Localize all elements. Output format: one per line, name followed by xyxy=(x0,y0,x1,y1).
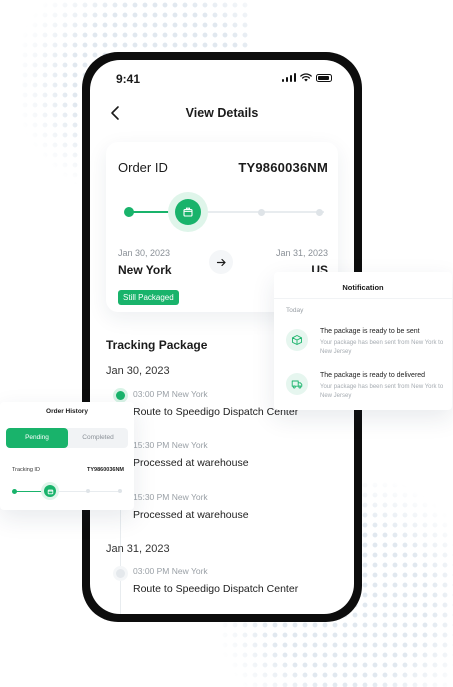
tab-pending[interactable]: Pending xyxy=(6,428,68,448)
status-icons xyxy=(281,73,332,82)
notification-title: Notification xyxy=(342,283,384,292)
page-title: View Details xyxy=(185,106,259,120)
shipment-progress xyxy=(120,192,326,232)
progress-line-remaining xyxy=(48,490,122,492)
tracking-section-title: Tracking Package xyxy=(106,338,208,352)
event-description: Processed at warehouse xyxy=(133,509,249,521)
tracking-date-heading: Jan 30, 2023 xyxy=(106,365,170,377)
progress-step-dot xyxy=(258,208,265,216)
package-icon xyxy=(47,489,53,494)
battery-icon xyxy=(316,73,332,82)
wifi-icon xyxy=(300,73,312,82)
event-time: 15:30 PM New York xyxy=(133,440,208,450)
event-time: 03:00 PM New York xyxy=(133,566,208,576)
order-history-title: Order History xyxy=(46,408,88,415)
progress-end-dot xyxy=(316,208,323,216)
nav-bar: View Details xyxy=(90,102,354,126)
tracking-id-value: TY9860036NM xyxy=(87,467,124,473)
origin-city: New York xyxy=(118,263,172,277)
notification-item-body: Your package has been sent from New York… xyxy=(320,384,444,399)
notification-item[interactable]: The package is ready to delivered Your p… xyxy=(286,371,446,411)
route-arrow-button[interactable] xyxy=(209,250,233,274)
notification-section-label: Today xyxy=(286,307,304,314)
progress-step-dot xyxy=(86,489,90,493)
arrow-right-icon xyxy=(216,258,226,266)
divider xyxy=(274,298,452,299)
event-description: Route to Speedigo Dispatch Center xyxy=(133,583,299,595)
status-time: 9:41 xyxy=(116,72,141,86)
progress-end-dot xyxy=(118,489,122,493)
event-time: 15:30 PM New York xyxy=(133,492,208,502)
timeline-dot xyxy=(116,569,125,578)
order-history-card: Order History Pending Completed Tracking… xyxy=(0,402,134,510)
event-description: Processed at warehouse xyxy=(133,457,249,469)
tracking-date-heading: Jan 31, 2023 xyxy=(106,543,170,555)
origin-date: Jan 30, 2023 xyxy=(118,248,171,258)
timeline-line xyxy=(120,576,121,614)
order-history-progress xyxy=(12,482,124,500)
timeline-dot-active xyxy=(116,391,125,400)
order-history-tabs: Pending Completed xyxy=(6,428,128,448)
event-description: Route to Speedigo Dispatch Center xyxy=(133,406,299,418)
order-id-label: Order ID xyxy=(118,160,168,175)
package-icon xyxy=(183,207,193,217)
progress-current-node xyxy=(175,199,201,225)
notification-item-title: The package is ready to be sent xyxy=(320,328,420,335)
tracking-id-label: Tracking ID xyxy=(12,467,40,473)
progress-current-node xyxy=(44,485,56,497)
box-icon xyxy=(286,329,308,351)
progress-line-remaining xyxy=(188,211,324,213)
order-id-value: TY9860036NM xyxy=(238,160,328,175)
progress-start-dot xyxy=(124,207,134,217)
destination-date: Jan 31, 2023 xyxy=(275,248,328,258)
notification-item-body: Your package has been sent from New York… xyxy=(320,340,444,355)
progress-start-dot xyxy=(12,488,17,494)
signal-icon xyxy=(281,73,296,82)
notification-item[interactable]: The package is ready to be sent Your pac… xyxy=(286,327,446,367)
status-badge: Still Packaged xyxy=(118,290,179,305)
event-time: 03:00 PM New York xyxy=(133,389,208,399)
tab-completed[interactable]: Completed xyxy=(68,428,128,448)
status-bar: 9:41 xyxy=(90,60,354,96)
truck-icon xyxy=(286,373,308,395)
notification-card: Notification Today The package is ready … xyxy=(274,272,452,410)
notification-item-title: The package is ready to delivered xyxy=(320,372,426,379)
